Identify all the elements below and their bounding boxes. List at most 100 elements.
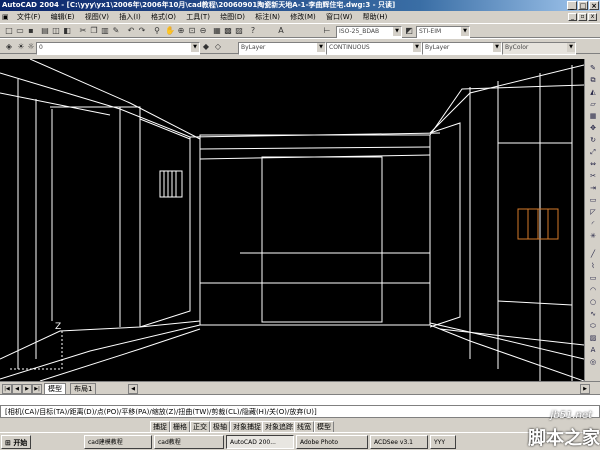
plotstyle-value: ByColor bbox=[505, 44, 529, 51]
preview-icon[interactable]: ◫ bbox=[51, 26, 61, 36]
hyperlink-icon[interactable]: ⚲ bbox=[152, 26, 162, 36]
color-combo[interactable]: ByLayer ▼ bbox=[238, 42, 326, 55]
table-style-icon[interactable]: ◩ bbox=[404, 26, 414, 36]
move-icon[interactable]: ✥ bbox=[588, 123, 598, 133]
explode-icon[interactable]: ✳ bbox=[588, 231, 598, 241]
cut-icon[interactable]: ✂ bbox=[78, 26, 88, 36]
rectangle-icon[interactable]: ▭ bbox=[588, 273, 598, 283]
scale-icon[interactable]: ⤢ bbox=[588, 147, 598, 157]
layer-manager-icon[interactable]: ◈ bbox=[4, 42, 14, 52]
scroll-right-icon[interactable]: ▶ bbox=[580, 384, 590, 394]
menu-help[interactable]: 帮助(H) bbox=[359, 11, 392, 23]
task-photoshop[interactable]: Adobe Photo bbox=[296, 435, 368, 449]
trim-icon[interactable]: ✂ bbox=[588, 171, 598, 181]
design-center-icon[interactable]: ▩ bbox=[223, 26, 233, 36]
layer-combo[interactable]: 0 ▼ bbox=[36, 42, 200, 55]
mirror-icon[interactable]: ◭ bbox=[588, 87, 598, 97]
circle-icon[interactable]: ○ bbox=[588, 297, 598, 307]
publish-icon[interactable]: ◧ bbox=[62, 26, 72, 36]
app-menu-icon[interactable]: ▣ bbox=[0, 11, 11, 23]
stretch-icon[interactable]: ⇔ bbox=[588, 159, 598, 169]
start-button[interactable]: ⊞ 开始 bbox=[1, 435, 31, 449]
zoom-previous-icon[interactable]: ⊖ bbox=[198, 26, 208, 36]
spline-icon[interactable]: ∿ bbox=[588, 309, 598, 319]
fillet-icon[interactable]: ◜ bbox=[588, 219, 598, 229]
wireframe-ceiling-left-3 bbox=[0, 92, 111, 116]
break-icon[interactable]: ▭ bbox=[588, 195, 598, 205]
help-icon[interactable]: ? bbox=[248, 26, 258, 36]
tool-palettes-icon[interactable]: ▨ bbox=[234, 26, 244, 36]
layer-previous-icon[interactable]: ◇ bbox=[213, 42, 223, 52]
menu-insert[interactable]: 插入(I) bbox=[115, 11, 145, 23]
close-button[interactable]: × bbox=[589, 1, 599, 10]
wireframe-floor-left bbox=[0, 320, 201, 360]
wireframe-ceiling-right bbox=[429, 64, 584, 134]
copy-object-icon[interactable]: ⧉ bbox=[588, 75, 598, 85]
menu-view[interactable]: 视图(V) bbox=[81, 11, 113, 23]
linetype-value: CONTINUOUS bbox=[329, 44, 370, 51]
command-prompt-text: [相机(CA)/目标(TA)/距离(D)/点(PO)/平移(PA)/缩放(Z)/… bbox=[5, 408, 317, 416]
zoom-realtime-icon[interactable]: ⊕ bbox=[176, 26, 186, 36]
undo-icon[interactable]: ↶ bbox=[126, 26, 136, 36]
wireframe-floor-left-2 bbox=[0, 324, 201, 380]
copy-icon[interactable]: ❐ bbox=[89, 26, 99, 36]
tab-last-icon[interactable]: ▶| bbox=[32, 384, 42, 394]
menu-draw[interactable]: 绘图(D) bbox=[216, 11, 249, 23]
text-icon[interactable]: A bbox=[588, 345, 598, 355]
menu-window[interactable]: 窗口(W) bbox=[322, 11, 356, 23]
tab-prev-icon[interactable]: ◀ bbox=[12, 384, 22, 394]
plotstyle-combo[interactable]: ByColor ▼ bbox=[502, 42, 576, 55]
array-icon[interactable]: ▦ bbox=[588, 111, 598, 121]
offset-icon[interactable]: ▱ bbox=[588, 99, 598, 109]
wireframe-ceiling-left-2 bbox=[29, 59, 201, 140]
paste-icon[interactable]: ▥ bbox=[100, 26, 110, 36]
chamfer-icon[interactable]: ◸ bbox=[588, 207, 598, 217]
make-current-icon[interactable]: ◆ bbox=[201, 42, 211, 52]
doc-minimize-button[interactable]: _ bbox=[568, 13, 577, 21]
linetype-combo[interactable]: CONTINUOUS ▼ bbox=[326, 42, 422, 55]
match-properties-icon[interactable]: ✎ bbox=[111, 26, 121, 36]
arc-icon[interactable]: ◠ bbox=[588, 285, 598, 295]
task-autocad[interactable]: AutoCAD 200... bbox=[226, 435, 294, 449]
dim-style-icon[interactable]: ⊢ bbox=[322, 26, 332, 36]
menu-edit[interactable]: 编辑(E) bbox=[47, 11, 79, 23]
menu-dimension[interactable]: 标注(N) bbox=[251, 11, 284, 23]
properties-icon[interactable]: ▦ bbox=[212, 26, 222, 36]
task-cad-modeling-tutorial[interactable]: cad建模教程 bbox=[84, 435, 152, 449]
dim-style-value: ISO-25_BDAB bbox=[339, 28, 380, 35]
region-icon[interactable]: ◎ bbox=[588, 357, 598, 367]
lineweight-combo[interactable]: ByLayer ▼ bbox=[422, 42, 502, 55]
rotate-icon[interactable]: ↻ bbox=[588, 135, 598, 145]
extend-icon[interactable]: ⇥ bbox=[588, 183, 598, 193]
redo-icon[interactable]: ↷ bbox=[137, 26, 147, 36]
new-icon[interactable]: □ bbox=[4, 26, 14, 36]
line-icon[interactable]: ╱ bbox=[588, 249, 598, 259]
menu-modify[interactable]: 修改(M) bbox=[286, 11, 320, 23]
maximize-button[interactable]: □ bbox=[578, 1, 588, 10]
drawing-area[interactable]: Z bbox=[0, 59, 584, 381]
menu-tools[interactable]: 工具(T) bbox=[182, 11, 214, 23]
command-history bbox=[0, 394, 600, 405]
print-icon[interactable]: ▤ bbox=[40, 26, 50, 36]
erase-icon[interactable]: ✎ bbox=[588, 63, 598, 73]
save-icon[interactable]: ▪ bbox=[26, 26, 36, 36]
polyline-icon[interactable]: ⌇ bbox=[588, 261, 598, 271]
text-style-icon[interactable]: A bbox=[276, 26, 286, 36]
menu-file[interactable]: 文件(F) bbox=[13, 11, 45, 23]
doc-close-button[interactable]: x bbox=[588, 13, 597, 21]
doc-restore-button[interactable]: ▫ bbox=[578, 13, 587, 21]
hatch-icon[interactable]: ▨ bbox=[588, 333, 598, 343]
menu-format[interactable]: 格式(O) bbox=[147, 11, 180, 23]
tab-first-icon[interactable]: |◀ bbox=[2, 384, 12, 394]
scroll-left-icon[interactable]: ◀ bbox=[128, 384, 138, 394]
open-icon[interactable]: ▭ bbox=[15, 26, 25, 36]
ellipse-icon[interactable]: ⬭ bbox=[588, 321, 598, 331]
pan-icon[interactable]: ✋ bbox=[165, 26, 175, 36]
task-cad-tutorial[interactable]: cad教程 bbox=[154, 435, 224, 449]
task-yyy[interactable]: YYY bbox=[430, 435, 456, 449]
task-acdsee[interactable]: ACDSee v3.1 bbox=[370, 435, 428, 449]
tab-next-icon[interactable]: ▶ bbox=[22, 384, 32, 394]
wireframe-view: Z bbox=[0, 59, 584, 381]
minimize-button[interactable]: _ bbox=[567, 1, 577, 10]
zoom-window-icon[interactable]: ⊡ bbox=[187, 26, 197, 36]
